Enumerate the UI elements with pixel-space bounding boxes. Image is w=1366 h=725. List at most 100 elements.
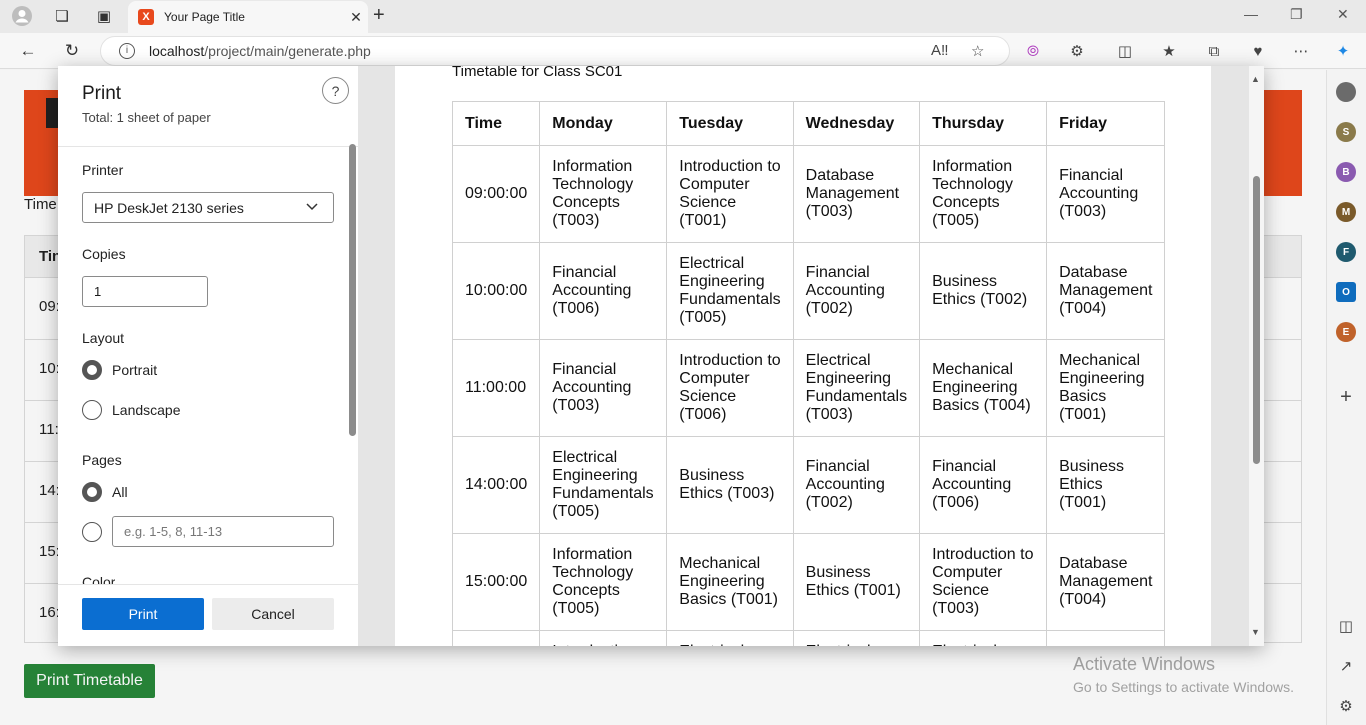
extensions-icon[interactable]: ⚙ bbox=[1066, 40, 1088, 62]
help-icon[interactable]: ? bbox=[322, 77, 349, 104]
tab-title: Your Page Title bbox=[164, 10, 245, 24]
table-cell: Financial Accounting (T003) bbox=[1046, 145, 1166, 243]
outlook-icon[interactable]: O bbox=[1336, 282, 1356, 302]
print-button[interactable]: Print bbox=[82, 598, 204, 630]
more-menu-icon[interactable]: ⋯ bbox=[1290, 40, 1312, 62]
address-bar[interactable]: i localhost/project/main/generate.php A‼… bbox=[100, 36, 1010, 66]
table-cell: Financial Accounting (T003) bbox=[539, 339, 668, 437]
scroll-down-icon[interactable]: ▼ bbox=[1251, 627, 1260, 637]
settings-gear-icon[interactable]: ⚙ bbox=[1335, 695, 1357, 717]
split-screen-icon[interactable]: ◫ bbox=[1114, 40, 1136, 62]
sidebar-avatar-icon[interactable] bbox=[1336, 82, 1356, 102]
printer-select-value: HP DeskJet 2130 series bbox=[94, 199, 244, 216]
site-info-icon[interactable]: i bbox=[119, 43, 135, 59]
sidebar-avatar-b-icon[interactable]: B bbox=[1336, 162, 1356, 182]
table-cell: Information Technology Concepts (T005) bbox=[539, 533, 668, 631]
printer-label: Printer bbox=[82, 162, 124, 178]
table-row: Introduction Electrical Electrical Elect… bbox=[451, 630, 1166, 646]
table-cell: Business Ethics (T003) bbox=[666, 436, 794, 534]
tab-bar: ❏ ▣ X Your Page Title ✕ + — ❐ ✕ bbox=[0, 0, 1366, 33]
table-cell: Mechanical Engineering Basics (T004) bbox=[919, 339, 1048, 437]
sidebar-avatar-e-icon[interactable]: E bbox=[1336, 322, 1356, 342]
table-cell: Business Ethics (T001) bbox=[1046, 436, 1166, 534]
portrait-radio[interactable] bbox=[82, 360, 102, 380]
layout-label: Layout bbox=[82, 330, 125, 346]
table-cell: Information Technology Concepts (T005) bbox=[919, 145, 1048, 243]
portrait-label: Portrait bbox=[112, 362, 158, 378]
workspaces-icon[interactable]: ❏ bbox=[49, 4, 75, 28]
landscape-radio[interactable] bbox=[82, 400, 102, 420]
pages-range-input[interactable]: e.g. 1-5, 8, 11-13 bbox=[112, 516, 334, 547]
restore-icon[interactable]: ❐ bbox=[1290, 6, 1303, 23]
table-cell: Business Ethics (T001) bbox=[792, 533, 921, 631]
sidebar-toggle-icon[interactable]: ◫ bbox=[1335, 615, 1357, 637]
close-window-icon[interactable]: ✕ bbox=[1337, 6, 1349, 23]
table-cell: Mechanical Engineering Basics (T001) bbox=[1046, 339, 1166, 437]
table-cell: Electrical Engineering Fundamentals (T00… bbox=[792, 339, 921, 437]
table-cell: Electrical Engineering Fundamentals (T00… bbox=[539, 436, 668, 534]
table-cell-time: 14:00:00 bbox=[451, 436, 541, 534]
table-cell: Database Management (T004) bbox=[1046, 242, 1166, 340]
table-cell: Introduction to Computer Science (T001) bbox=[666, 145, 794, 243]
preview-scrollbar-thumb[interactable] bbox=[1253, 176, 1260, 464]
sidebar-avatar-f-icon[interactable]: F bbox=[1336, 242, 1356, 262]
preview-timetable: Time Monday Tuesday Wednesday Thursday F… bbox=[451, 101, 1166, 646]
divider bbox=[58, 146, 358, 147]
pages-label: Pages bbox=[82, 452, 122, 468]
copilot-icon[interactable]: ✦ bbox=[1332, 40, 1354, 62]
table-cell: Introduction to Computer Science (T006) bbox=[666, 339, 794, 437]
print-total-sheets: Total: 1 sheet of paper bbox=[82, 110, 211, 125]
header-wednesday: Wednesday bbox=[792, 101, 921, 146]
table-header-row: Time Monday Tuesday Wednesday Thursday F… bbox=[451, 101, 1166, 146]
table-cell: Mechanical Engineering Basics (T001) bbox=[666, 533, 794, 631]
pages-all-label: All bbox=[112, 484, 128, 500]
table-row: 10:00:00 Financial Accounting (T006) Ele… bbox=[451, 242, 1166, 340]
back-icon[interactable]: ← bbox=[16, 39, 40, 63]
chevron-down-icon bbox=[305, 199, 319, 216]
refresh-icon[interactable]: ↻ bbox=[60, 39, 84, 63]
collections-icon[interactable]: ⧉ bbox=[1203, 40, 1225, 62]
printer-select[interactable]: HP DeskJet 2130 series bbox=[82, 192, 334, 223]
cancel-button[interactable]: Cancel bbox=[212, 598, 334, 630]
external-link-icon[interactable]: ↗ bbox=[1335, 655, 1357, 677]
address-row: ← ↻ i localhost/project/main/generate.ph… bbox=[0, 33, 1366, 69]
tab-actions-icon[interactable]: ▣ bbox=[91, 4, 117, 28]
table-cell-time: 11:00:00 bbox=[451, 339, 541, 437]
broadcast-icon[interactable]: ⦾ bbox=[1022, 40, 1044, 62]
sidebar-avatar-m-icon[interactable]: M bbox=[1336, 202, 1356, 222]
copies-input[interactable]: 1 bbox=[82, 276, 208, 307]
new-tab-icon[interactable]: + bbox=[373, 4, 385, 27]
table-cell: Financial Accounting (T006) bbox=[919, 436, 1048, 534]
table-cell: Introduction to Computer Science (T003) bbox=[919, 533, 1048, 631]
table-cell: Information Technology Concepts (T003) bbox=[539, 145, 668, 243]
settings-scrollbar[interactable] bbox=[349, 144, 356, 436]
header-time: Time bbox=[451, 101, 541, 146]
print-settings-panel: Print Total: 1 sheet of paper ? Printer … bbox=[58, 66, 358, 646]
table-cell: Financial Accounting (T002) bbox=[792, 242, 921, 340]
table-cell: Electrical bbox=[792, 630, 921, 646]
table-cell-time: 09:00:00 bbox=[451, 145, 541, 243]
table-row: 11:00:00 Financial Accounting (T003) Int… bbox=[451, 339, 1166, 437]
pages-custom-radio[interactable] bbox=[82, 522, 102, 542]
table-row: 14:00:00 Electrical Engineering Fundamen… bbox=[451, 436, 1166, 534]
table-cell: Electrical bbox=[666, 630, 794, 646]
favorites-icon[interactable]: ★ bbox=[1158, 40, 1180, 62]
add-sidebar-icon[interactable]: + bbox=[1335, 386, 1357, 408]
read-aloud-icon[interactable]: A‼ bbox=[931, 42, 949, 59]
scroll-up-icon[interactable]: ▲ bbox=[1251, 74, 1260, 84]
sidebar-avatar-s-icon[interactable]: S bbox=[1336, 122, 1356, 142]
table-cell: Electrical bbox=[919, 630, 1048, 646]
close-tab-icon[interactable]: ✕ bbox=[344, 9, 368, 26]
favorite-star-icon[interactable]: ☆ bbox=[971, 42, 984, 60]
print-preview-area: Timetable for Class SC01 Time Monday Tue… bbox=[358, 66, 1264, 646]
print-dialog-footer: Print Cancel bbox=[58, 584, 358, 646]
print-dialog: Print Total: 1 sheet of paper ? Printer … bbox=[58, 66, 1264, 646]
pages-all-radio[interactable] bbox=[82, 482, 102, 502]
performance-icon[interactable]: ♥ bbox=[1247, 40, 1269, 62]
minimize-icon[interactable]: — bbox=[1244, 6, 1258, 22]
copies-label: Copies bbox=[82, 246, 126, 262]
table-cell-time bbox=[451, 630, 541, 646]
profile-icon[interactable] bbox=[9, 4, 35, 28]
table-row: 15:00:00 Information Technology Concepts… bbox=[451, 533, 1166, 631]
active-tab[interactable]: X Your Page Title ✕ bbox=[128, 1, 368, 33]
